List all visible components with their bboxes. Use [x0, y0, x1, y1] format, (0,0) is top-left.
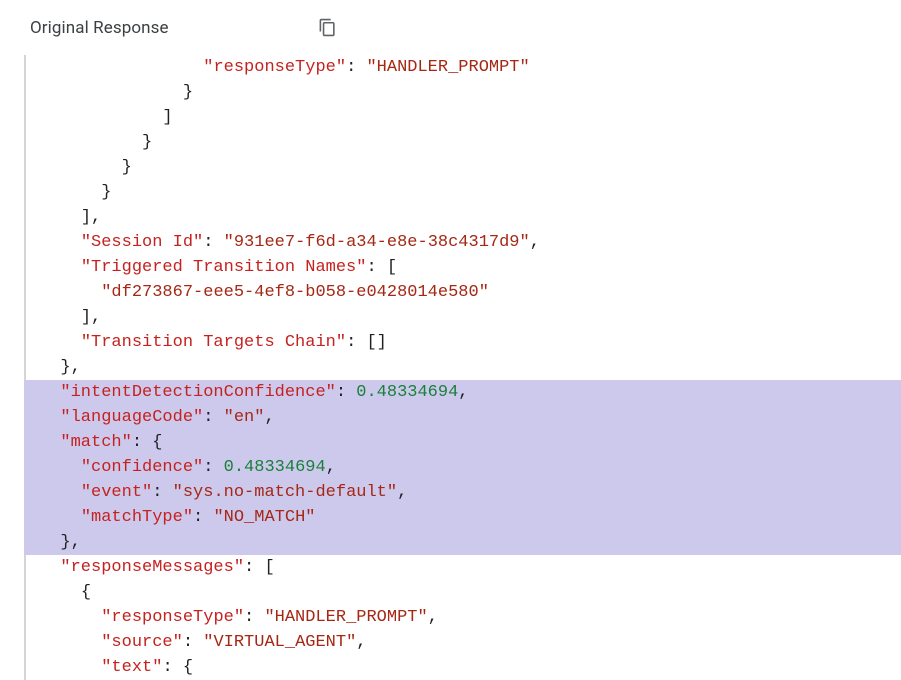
code-line: },	[40, 355, 901, 380]
val-text: NO_MATCH	[224, 508, 306, 527]
val-text: sys.no-match-default	[183, 483, 387, 502]
code-line-highlighted: "languageCode": "en",	[24, 405, 901, 430]
key-text: matchType	[91, 508, 183, 527]
code-line-highlighted: "event": "sys.no-match-default",	[24, 480, 901, 505]
code-line-highlighted: "confidence": 0.48334694,	[24, 455, 901, 480]
code-line: "responseMessages": [	[40, 555, 901, 580]
key-text: responseType	[213, 58, 335, 77]
key-text: match	[71, 433, 122, 452]
code-line: "Triggered Transition Names": [	[40, 255, 901, 280]
key-text: languageCode	[71, 408, 193, 427]
code-line: "Transition Targets Chain": []	[40, 330, 901, 355]
code-line-highlighted: },	[24, 530, 901, 555]
key-text: event	[91, 483, 142, 502]
val-text: HANDLER_PROMPT	[377, 58, 520, 77]
panel-title: Original Response	[30, 18, 169, 38]
json-code-block: "responseType": "HANDLER_PROMPT" } ] } }…	[24, 55, 901, 680]
key-text: confidence	[91, 458, 193, 477]
code-line-highlighted: "intentDetectionConfidence": 0.48334694,	[24, 380, 901, 405]
key-text: intentDetectionConfidence	[71, 383, 326, 402]
key-text: text	[111, 658, 152, 677]
copy-icon	[318, 18, 337, 37]
code-line: }	[40, 155, 901, 180]
val-text: HANDLER_PROMPT	[275, 608, 418, 627]
val-text: 931ee7-f6d-a34-e8e-38c4317d9	[234, 233, 520, 252]
code-line: "df273867-eee5-4ef8-b058-e0428014e580"	[40, 280, 901, 305]
key-text: responseType	[111, 608, 233, 627]
code-line: ]	[40, 105, 901, 130]
val-text: en	[234, 408, 254, 427]
val-text: VIRTUAL_AGENT	[213, 633, 346, 652]
code-line: }	[40, 80, 901, 105]
key-text: responseMessages	[71, 558, 234, 577]
code-line: "source": "VIRTUAL_AGENT",	[40, 630, 901, 655]
key-text: Transition Targets Chain	[91, 333, 336, 352]
code-line: "text": {	[40, 655, 901, 680]
val-text: 0.48334694	[224, 458, 326, 477]
code-line-highlighted: "match": {	[24, 430, 901, 455]
code-line-highlighted: "matchType": "NO_MATCH"	[24, 505, 901, 530]
key-text: Session Id	[91, 233, 193, 252]
code-line: }	[40, 130, 901, 155]
code-line: ],	[40, 205, 901, 230]
code-line: ],	[40, 305, 901, 330]
code-line: "Session Id": "931ee7-f6d-a34-e8e-38c431…	[40, 230, 901, 255]
key-text: source	[111, 633, 172, 652]
key-text: Triggered Transition Names	[91, 258, 356, 277]
val-text: df273867-eee5-4ef8-b058-e0428014e580	[111, 283, 478, 302]
copy-button[interactable]	[314, 14, 341, 41]
code-line: }	[40, 180, 901, 205]
panel-header: Original Response	[0, 0, 901, 55]
code-line: "responseType": "HANDLER_PROMPT",	[40, 605, 901, 630]
code-line: {	[40, 580, 901, 605]
val-text: 0.48334694	[356, 383, 458, 402]
code-line: "responseType": "HANDLER_PROMPT"	[40, 55, 901, 80]
code-container: "responseType": "HANDLER_PROMPT" } ] } }…	[0, 55, 901, 680]
